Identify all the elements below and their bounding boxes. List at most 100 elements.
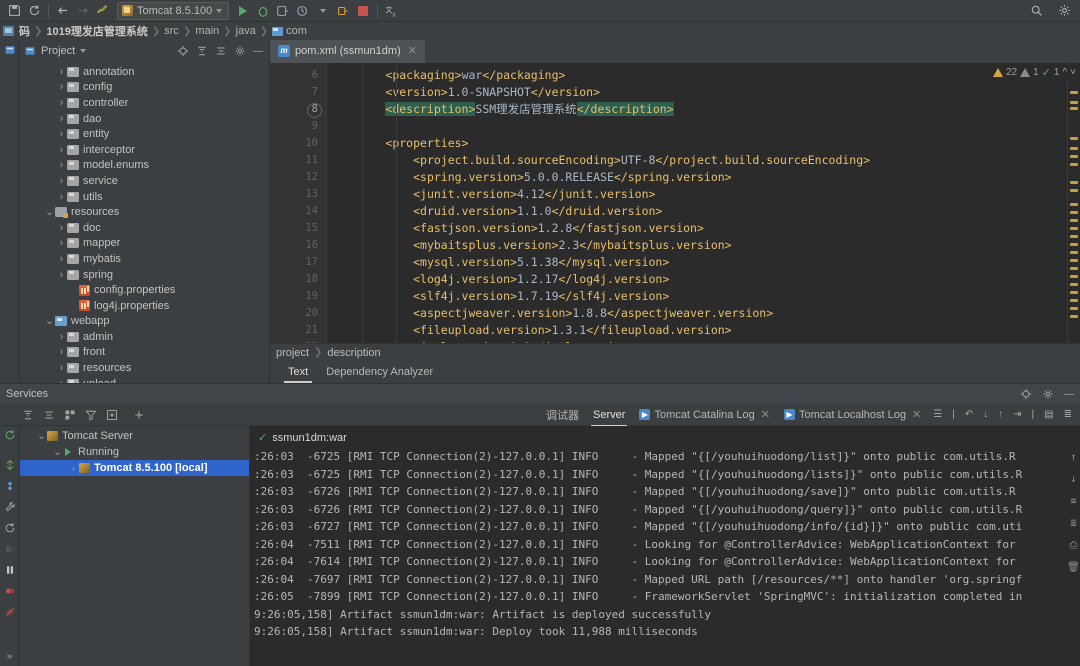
warning-marker[interactable] <box>1070 259 1078 262</box>
collapse-all-icon[interactable] <box>43 409 55 421</box>
services-tree[interactable]: ⌄ Tomcat Server ⌄ Running › Tomcat 8.5.100 [l… <box>20 426 250 666</box>
breakpoints-icon[interactable] <box>4 585 16 597</box>
locate-file-icon[interactable] <box>177 45 189 57</box>
warning-marker[interactable] <box>1070 267 1078 270</box>
breadcrumb-item-3[interactable]: main <box>192 25 222 37</box>
scroll-up-icon[interactable]: ↑ <box>1070 452 1076 463</box>
breadcrumb-item-0[interactable]: 码 <box>16 23 33 39</box>
chevron-right-icon[interactable]: › <box>56 331 67 343</box>
code-line[interactable]: <spring.version>5.0.0.RELEASE</spring.ve… <box>326 169 1067 186</box>
more-actions-icon[interactable]: » <box>7 651 13 662</box>
console-output[interactable]: ✓ ssmun1dm:war :26:03 -6725 [RMI TCP Con… <box>250 426 1080 666</box>
filter-icon[interactable] <box>85 409 97 421</box>
line-number[interactable]: 8 <box>270 101 326 118</box>
chevron-down-icon[interactable]: ⌄ <box>36 431 47 442</box>
warning-marker[interactable] <box>1070 243 1078 246</box>
project-tree-node[interactable]: › spring <box>20 267 269 283</box>
line-number[interactable]: 18 <box>270 271 326 288</box>
project-tree-node[interactable]: › admin <box>20 329 269 345</box>
next-problem-icon[interactable]: ˅ <box>1070 67 1076 78</box>
project-tree-node[interactable]: › front <box>20 345 269 361</box>
code-line[interactable]: <packaging>war</packaging> <box>326 67 1067 84</box>
code-line[interactable]: <properties> <box>326 135 1067 152</box>
print-icon[interactable]: ⎙ <box>1070 540 1078 551</box>
warning-marker[interactable] <box>1070 275 1078 278</box>
chevron-right-icon[interactable]: › <box>56 159 67 171</box>
warning-marker[interactable] <box>1070 299 1078 302</box>
code-line[interactable]: <slf4j.version>1.7.19</slf4j.version> <box>326 288 1067 305</box>
line-number[interactable]: 16 <box>270 237 326 254</box>
code-line[interactable]: <description>SSM理发店管理系统</description> <box>326 101 1067 118</box>
project-tree-node[interactable]: › model.enums <box>20 158 269 174</box>
add-service-view-icon[interactable] <box>106 409 118 421</box>
save-icon[interactable] <box>4 1 24 21</box>
print-icon[interactable]: ⇥ <box>1013 409 1021 420</box>
project-scope-chevron-icon[interactable] <box>80 49 87 53</box>
warning-marker[interactable] <box>1070 181 1078 184</box>
scroll-down-icon[interactable]: ↓ <box>1070 474 1076 485</box>
chevron-right-icon[interactable]: › <box>56 144 67 156</box>
warning-marker[interactable] <box>1070 137 1078 140</box>
wrap-text-icon[interactable]: ▤ <box>1044 409 1053 420</box>
search-icon[interactable] <box>1026 1 1046 21</box>
previous-problem-icon[interactable]: ^ <box>1062 67 1067 78</box>
project-tree-node[interactable]: › controller <box>20 95 269 111</box>
breadcrumb-item-5[interactable]: com <box>269 25 310 37</box>
project-tree-node[interactable]: › mapper <box>20 236 269 252</box>
line-number[interactable]: 6 <box>270 67 326 84</box>
project-tree-node[interactable]: ›upload <box>20 376 269 383</box>
warning-marker[interactable] <box>1070 227 1078 230</box>
breadcrumb-item-2[interactable]: src <box>161 25 182 37</box>
rerun-icon[interactable] <box>4 429 16 441</box>
line-number[interactable]: 12 <box>270 169 326 186</box>
line-number[interactable]: 17 <box>270 254 326 271</box>
project-tree-node[interactable]: › entity <box>20 126 269 142</box>
stop-button[interactable] <box>353 1 373 21</box>
project-tree-node[interactable]: ⌄ resources <box>20 204 269 220</box>
project-tree-node[interactable]: › utils <box>20 189 269 205</box>
warning-marker[interactable] <box>1070 203 1078 206</box>
translate-icon[interactable]: 文A <box>382 1 402 21</box>
line-number[interactable]: 10 <box>270 135 342 152</box>
forward-arrow-icon[interactable] <box>73 1 93 21</box>
chevron-right-icon[interactable]: › <box>56 97 67 109</box>
warning-marker[interactable] <box>1070 235 1078 238</box>
pause-icon[interactable] <box>4 564 16 576</box>
code-line[interactable]: <mybaitsplus.version>2.3</mybaitsplus.ve… <box>326 237 1067 254</box>
project-tree-node[interactable]: config.properties <box>20 282 269 298</box>
chevron-right-icon[interactable]: › <box>56 81 67 93</box>
step-over-icon[interactable] <box>4 543 16 555</box>
tab-text[interactable]: Text <box>280 364 316 383</box>
services-tab-catalina-log[interactable]: ▶ Tomcat Catalina Log ✕ <box>637 406 772 423</box>
chevron-right-icon[interactable]: › <box>56 253 67 265</box>
warning-marker[interactable] <box>1070 219 1078 222</box>
add-icon[interactable] <box>133 409 145 421</box>
soft-wrap-icon[interactable]: ≡ <box>1070 496 1076 507</box>
profile-button[interactable] <box>293 1 313 21</box>
redeploy-icon[interactable] <box>4 459 16 471</box>
line-number[interactable]: 9 <box>270 118 326 135</box>
collapse-all-icon[interactable] <box>215 45 227 57</box>
breadcrumb-item-4[interactable]: java <box>233 25 259 37</box>
editor-gutter[interactable]: 678910111213141516171819202122 <box>270 63 342 343</box>
scroll-to-end-icon[interactable]: ↓ <box>983 409 988 420</box>
code-line[interactable]: <druid.version>1.1.0</druid.version> <box>326 203 1067 220</box>
warning-marker[interactable] <box>1070 211 1078 214</box>
line-number[interactable]: 11 <box>270 152 326 169</box>
clear-all-icon[interactable]: 🗑 <box>1067 562 1080 573</box>
project-tool-window-icon[interactable] <box>4 44 16 56</box>
sync-icon[interactable] <box>24 1 44 21</box>
line-number[interactable]: 21 <box>270 322 326 339</box>
console-menu-icon[interactable]: ☰ <box>933 409 942 420</box>
back-arrow-icon[interactable] <box>53 1 73 21</box>
run-configuration-selector[interactable]: Tomcat 8.5.100 <box>117 1 230 20</box>
close-icon[interactable]: ✕ <box>761 408 770 421</box>
services-settings-gear-icon[interactable] <box>1042 388 1054 400</box>
services-locate-icon[interactable] <box>1020 388 1032 400</box>
project-tree-node[interactable]: log4j.properties <box>20 298 269 314</box>
chevron-right-icon[interactable]: › <box>56 175 67 187</box>
line-number[interactable]: 20 <box>270 305 326 322</box>
services-tab-debugger[interactable]: 调试器 <box>544 405 581 425</box>
close-icon[interactable]: ✕ <box>408 44 417 57</box>
expand-all-icon[interactable] <box>22 409 34 421</box>
